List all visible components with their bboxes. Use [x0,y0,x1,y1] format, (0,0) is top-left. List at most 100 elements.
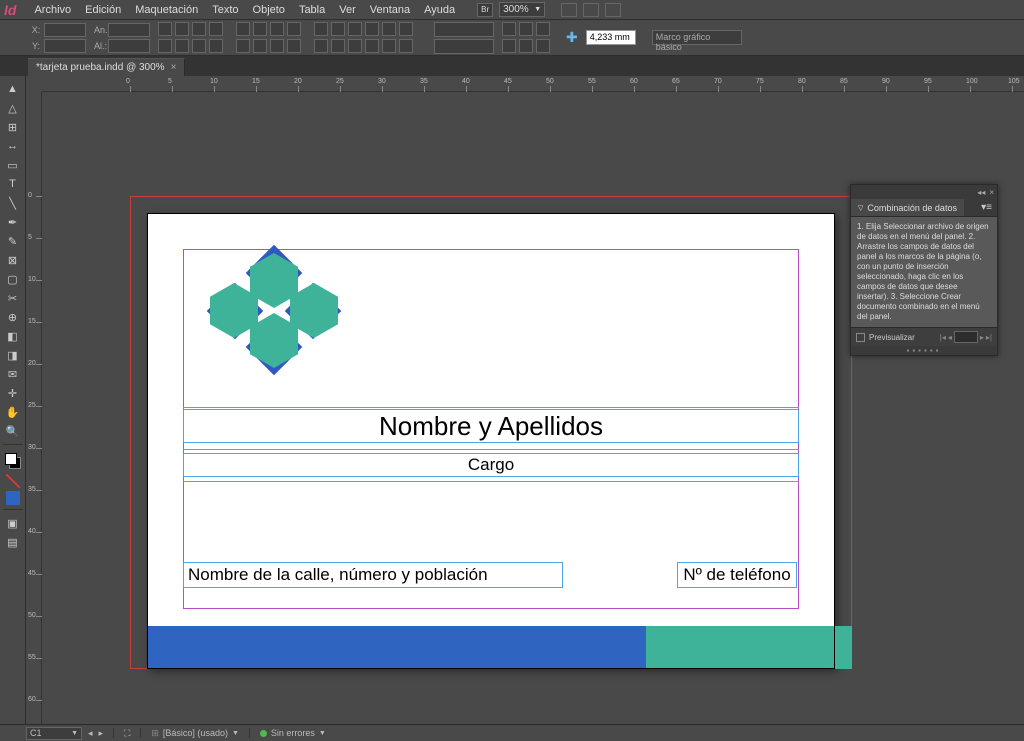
next-record-button[interactable]: ▸ [980,333,984,342]
menu-ver[interactable]: Ver [333,2,362,18]
y-input[interactable] [44,39,86,53]
prev-record-button[interactable]: ◂ [948,333,952,342]
role-frame[interactable]: Cargo [183,453,799,477]
page-tool[interactable]: ⊞ [2,118,24,136]
align-icon[interactable] [236,22,250,36]
object-icon[interactable] [382,22,396,36]
eyedropper-tool[interactable]: ✛ [2,384,24,402]
apply-color-icon[interactable] [6,491,20,505]
align-icon[interactable] [270,39,284,53]
view-mode-1[interactable] [561,3,577,17]
fx-icon[interactable] [502,22,516,36]
close-icon[interactable]: × [171,62,177,73]
w-input[interactable] [108,23,150,37]
fx-icon[interactable] [536,22,550,36]
transform-icon[interactable] [158,22,172,36]
menu-ventana[interactable]: Ventana [364,2,416,18]
object-icon[interactable] [399,22,413,36]
transform-icon[interactable] [192,22,206,36]
close-icon[interactable]: × [989,188,994,197]
align-icon[interactable] [236,39,250,53]
data-merge-panel[interactable]: ◂◂ × ▽ Combinación de datos ▾≡ 1. Elija … [850,184,998,356]
object-style-select[interactable]: Marco gráfico básico [652,30,742,45]
footer-bar-green[interactable] [646,626,852,669]
page[interactable]: Nombre y Apellidos Cargo Nombre de la ca… [147,213,835,669]
bridge-button[interactable]: Br [477,3,493,17]
open-panel-icon[interactable]: ⛶ [124,728,130,739]
menu-objeto[interactable]: Objeto [247,2,291,18]
view-mode-3[interactable] [605,3,621,17]
stroke-weight-select[interactable] [434,22,494,37]
align-icon[interactable] [253,39,267,53]
free-transform-tool[interactable]: ⊕ [2,308,24,326]
canvas-area[interactable]: 0510152025303540455055606570758085909510… [26,76,1024,724]
measure-tool-icon[interactable]: ✚ [566,29,578,46]
transform-icon[interactable] [209,39,223,53]
first-record-button[interactable]: |◂ [940,333,946,342]
object-icon[interactable] [399,39,413,53]
menu-maquetacion[interactable]: Maquetación [129,2,204,18]
logo-graphic[interactable] [205,253,345,368]
view-mode-2[interactable] [583,3,599,17]
nav-prev-button[interactable]: ◂ [88,728,93,739]
doc-tab[interactable]: *tarjeta prueba.indd @ 300% × [28,58,185,76]
nav-next-button[interactable]: ▸ [99,728,104,739]
hand-tool[interactable]: ✋ [2,403,24,421]
footer-bar-blue[interactable] [147,626,649,669]
view-mode-normal[interactable]: ▣ [2,514,24,532]
align-icon[interactable] [287,22,301,36]
panel-menu-icon[interactable]: ▾≡ [976,199,997,216]
gap-tool[interactable]: ↔ [2,137,24,155]
transform-icon[interactable] [175,39,189,53]
note-tool[interactable]: ✉ [2,365,24,383]
pen-tool[interactable]: ✒ [2,213,24,231]
preview-checkbox[interactable] [856,333,865,342]
rectangle-frame-tool[interactable]: ⊠ [2,251,24,269]
phone-frame[interactable]: Nº de teléfono [677,562,797,588]
page-navigator[interactable]: C1▼ [26,727,82,740]
align-icon[interactable] [287,39,301,53]
apply-none-icon[interactable] [6,474,20,488]
fx-icon[interactable] [519,22,533,36]
object-icon[interactable] [348,39,362,53]
gradient-feather-tool[interactable]: ◨ [2,346,24,364]
type-tool[interactable]: T [2,175,24,193]
object-icon[interactable] [331,39,345,53]
menu-ayuda[interactable]: Ayuda [418,2,461,18]
panel-tab[interactable]: ▽ Combinación de datos [851,199,964,216]
last-record-button[interactable]: ▸| [986,333,992,342]
menu-archivo[interactable]: Archivo [28,2,77,18]
gradient-swatch-tool[interactable]: ◧ [2,327,24,345]
measure-value-input[interactable]: 4,233 mm [586,30,636,45]
stroke-style-select[interactable] [434,39,494,54]
panel-header[interactable]: ◂◂ × [851,185,997,199]
zoom-tool[interactable]: 🔍 [2,422,24,440]
panel-resize-handle[interactable]: ▪▪▪▪▪▪ [851,346,997,355]
line-tool[interactable]: ╲ [2,194,24,212]
view-mode-preview[interactable]: ▤ [2,533,24,551]
object-icon[interactable] [314,39,328,53]
preflight-indicator[interactable]: Sin errores ▼ [260,728,326,738]
align-icon[interactable] [253,22,267,36]
fx-icon[interactable] [519,39,533,53]
style-indicator[interactable]: ⊞ [Básico] (usado) ▼ [151,728,239,739]
object-icon[interactable] [365,22,379,36]
x-input[interactable] [44,23,86,37]
transform-icon[interactable] [175,22,189,36]
h-input[interactable] [108,39,150,53]
menu-tabla[interactable]: Tabla [293,2,331,18]
scissors-tool[interactable]: ✂ [2,289,24,307]
address-frame[interactable]: Nombre de la calle, número y población [183,562,563,588]
object-icon[interactable] [314,22,328,36]
align-icon[interactable] [270,22,284,36]
fx-icon[interactable] [536,39,550,53]
transform-icon[interactable] [192,39,206,53]
record-number-input[interactable] [954,331,978,343]
zoom-select[interactable]: 300% ▼ [499,2,545,17]
pencil-tool[interactable]: ✎ [2,232,24,250]
transform-icon[interactable] [158,39,172,53]
menu-edicion[interactable]: Edición [79,2,127,18]
fx-icon[interactable] [502,39,516,53]
object-icon[interactable] [382,39,396,53]
fill-stroke-swatch[interactable] [5,453,21,469]
